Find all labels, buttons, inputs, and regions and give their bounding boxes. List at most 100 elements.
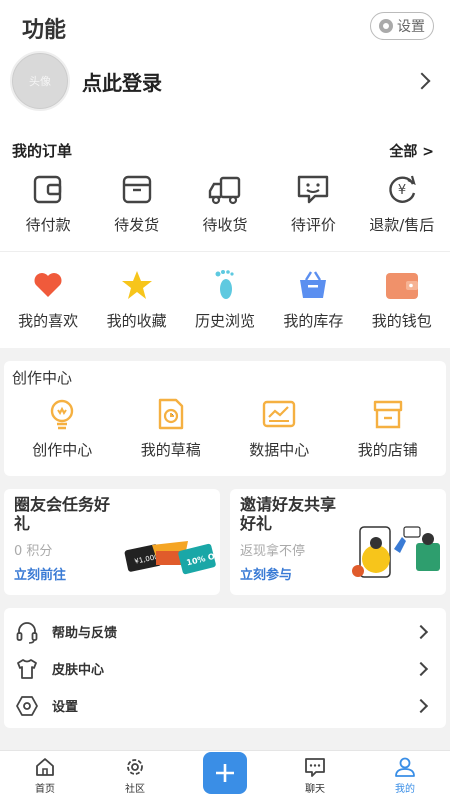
creation-item-data[interactable]: 数据中心 (229, 397, 329, 460)
tab-label: 社区 (125, 783, 145, 795)
menu-item-label: 设置 (52, 700, 79, 715)
gear-community-icon (127, 758, 143, 775)
plus-button[interactable] (203, 752, 247, 794)
orders-title: 我的订单 (12, 142, 73, 160)
creation-item-label: 我的店铺 (357, 441, 418, 459)
chevron-right-icon (413, 72, 431, 90)
bottom-tab-bar: 首页 社区 聊天 我的 (0, 750, 450, 800)
chevron-right-icon (413, 624, 429, 639)
creation-item-shop[interactable]: 我的店铺 (338, 397, 438, 460)
tab-label: 我的 (395, 783, 415, 795)
creation-title: 创作中心 (12, 369, 73, 387)
invite-friends-illustration (352, 526, 440, 578)
order-item-label: 待付款 (25, 216, 71, 234)
avatar[interactable]: 头像 (10, 51, 70, 111)
order-item-label: 待发货 (114, 216, 160, 234)
order-item-to-receive[interactable]: 待收货 (182, 172, 268, 235)
tab-label: 聊天 (305, 783, 325, 795)
plus-icon (216, 764, 234, 782)
task-title: 邀请好友共享好礼 (240, 495, 337, 533)
order-item-label: 待收货 (202, 216, 248, 234)
wallet-icon (33, 175, 62, 204)
fav-item-wallet[interactable]: 我的钱包 (359, 268, 445, 331)
creation-item-center[interactable]: 创作中心 (12, 397, 112, 460)
avatar-placeholder-text: 头像 (29, 75, 51, 88)
tab-chat[interactable]: 聊天 (280, 750, 350, 800)
chat-icon (305, 757, 325, 777)
shop-icon (373, 400, 402, 429)
gift-coupons-illustration: ¥1,000 10% OFF (124, 541, 218, 575)
menu-item-skins[interactable]: 皮肤中心 (4, 650, 446, 687)
fav-item-likes[interactable]: 我的喜欢 (5, 268, 91, 331)
menu-item-label: 皮肤中心 (52, 663, 105, 678)
order-item-pending-payment[interactable]: 待付款 (5, 172, 91, 235)
menu-item-help[interactable]: 帮助与反馈 (4, 613, 446, 650)
settings-button[interactable]: 设置 (370, 12, 434, 40)
wallet-fill-icon (385, 273, 418, 299)
creation-center-card: 创作中心 创作中心 我的草稿 数据中心 我的店铺 (4, 361, 446, 476)
fav-item-history[interactable]: 历史浏览 (182, 268, 268, 331)
task-card-invite[interactable]: 邀请好友共享好礼 返现拿不停 立刻参与 (230, 489, 446, 595)
refund-icon: ¥ (389, 175, 416, 203)
task-title: 圈友会任务好礼 (14, 495, 111, 533)
order-item-to-review[interactable]: 待评价 (270, 172, 356, 235)
task-points: 0 积分 (14, 544, 53, 559)
task-join-link[interactable]: 立刻参与 (240, 564, 292, 583)
chevron-right-icon (413, 698, 429, 713)
hexagon-settings-icon (14, 693, 40, 719)
comment-icon (298, 175, 329, 204)
tab-create[interactable] (190, 750, 260, 800)
basket-icon (300, 271, 327, 298)
favorites-row: 我的喜欢 我的收藏 历史浏览 我的库存 我的钱包 (0, 268, 450, 331)
headset-icon (14, 619, 40, 645)
orders-all-link[interactable]: 全部 > (389, 141, 434, 161)
footprint-icon (215, 270, 234, 299)
login-row[interactable]: 头像 点此登录 (10, 50, 440, 112)
bulb-icon (51, 399, 74, 430)
home-icon (36, 757, 54, 776)
tab-me[interactable]: 我的 (370, 750, 440, 800)
settings-icon (379, 19, 393, 33)
settings-label: 设置 (397, 19, 425, 35)
order-item-label: 待评价 (290, 216, 336, 234)
creation-item-drafts[interactable]: 我的草稿 (121, 397, 221, 460)
fav-item-collection[interactable]: 我的收藏 (94, 268, 180, 331)
fav-item-label: 历史浏览 (194, 312, 255, 330)
creation-item-label: 我的草稿 (140, 441, 201, 459)
fav-item-label: 我的收藏 (106, 312, 167, 330)
creation-item-label: 数据中心 (249, 441, 310, 459)
chart-icon (263, 400, 296, 428)
tshirt-icon (14, 656, 40, 682)
top-panel: 功能 设置 头像 点此登录 我的订单 全部 > 待付款 待发货 待收货 待评价 … (0, 0, 450, 348)
menu-item-label: 帮助与反馈 (52, 626, 118, 641)
order-item-refund[interactable]: ¥ 退款/售后 (359, 172, 445, 235)
fav-item-label: 我的库存 (283, 312, 344, 330)
tab-label: 首页 (35, 783, 55, 795)
heart-icon (34, 273, 62, 297)
order-item-label: 退款/售后 (369, 216, 435, 234)
orders-header: 我的订单 全部 > (12, 140, 434, 161)
fav-item-label: 我的喜欢 (18, 312, 79, 330)
task-go-link[interactable]: 立刻前往 (14, 564, 66, 583)
chevron-right-icon (413, 661, 429, 676)
order-item-to-ship[interactable]: 待发货 (94, 172, 180, 235)
login-text[interactable]: 点此登录 (82, 67, 416, 96)
page-title: 功能 (22, 18, 67, 43)
fav-item-label: 我的钱包 (371, 312, 432, 330)
tab-community[interactable]: 社区 (100, 750, 170, 800)
divider (0, 251, 450, 252)
task-card-points[interactable]: 圈友会任务好礼 0 积分 立刻前往 ¥1,000 10% OFF (4, 489, 220, 595)
truck-icon (208, 176, 241, 205)
task-cashback: 返现拿不停 (240, 544, 306, 559)
draft-icon (158, 398, 183, 430)
star-icon (121, 271, 152, 299)
menu-item-settings[interactable]: 设置 (4, 687, 446, 724)
settings-menu-card: 帮助与反馈 皮肤中心 设置 (4, 608, 446, 728)
tab-home[interactable]: 首页 (10, 750, 80, 800)
box-icon (122, 175, 151, 204)
user-icon (395, 757, 415, 777)
creation-item-label: 创作中心 (32, 441, 93, 459)
fav-item-inventory[interactable]: 我的库存 (270, 268, 356, 331)
svg-text:¥: ¥ (398, 183, 406, 198)
orders-row: 待付款 待发货 待收货 待评价 ¥ 退款/售后 (0, 172, 450, 235)
